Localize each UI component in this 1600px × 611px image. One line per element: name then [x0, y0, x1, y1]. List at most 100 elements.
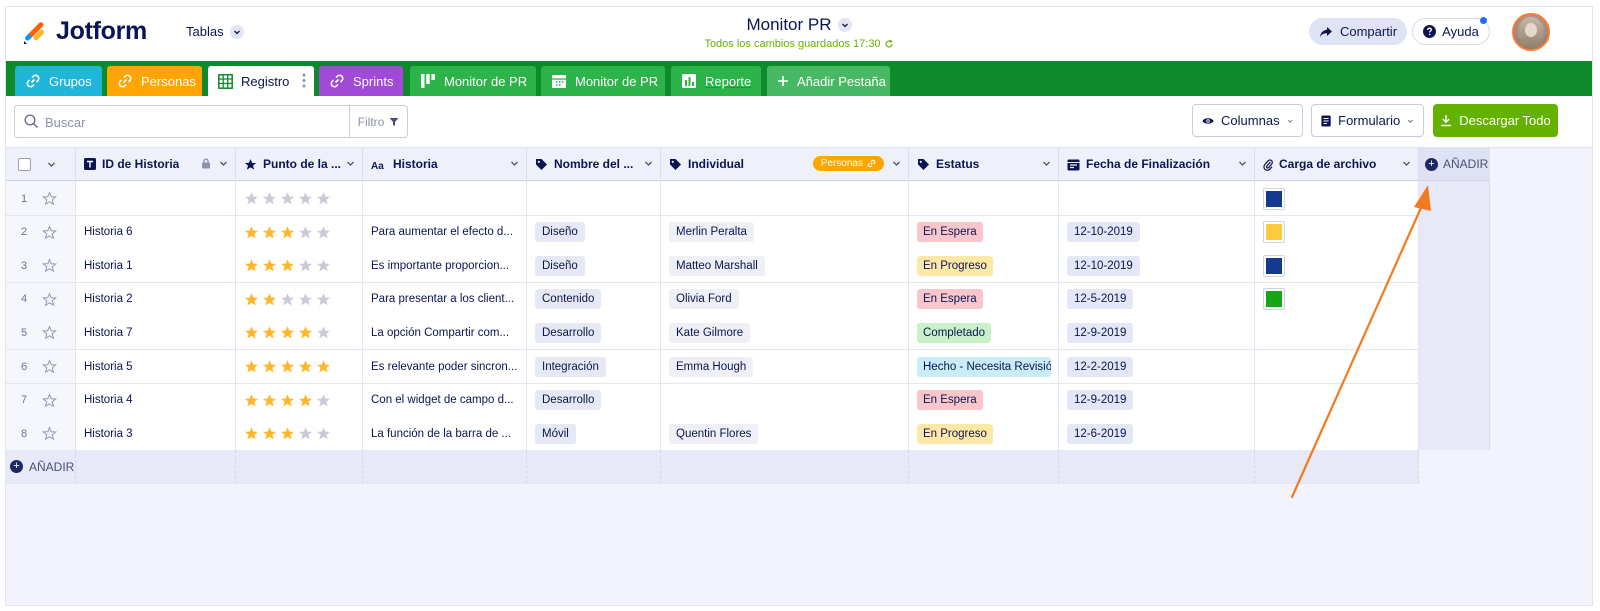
date-cell[interactable]: 12-9-2019 [1059, 316, 1255, 351]
chevron-down-icon[interactable] [892, 159, 901, 168]
story-cell[interactable]: Para aumentar el efecto d... [363, 215, 527, 250]
star-filled-icon[interactable] [244, 225, 259, 240]
chevron-down-icon[interactable] [510, 159, 519, 168]
status-cell[interactable]: En Espera [909, 282, 1059, 317]
star-empty-icon[interactable] [316, 258, 331, 273]
star-filled-icon[interactable] [298, 393, 313, 408]
tab-2[interactable]: Registro [208, 66, 314, 96]
star-filled-icon[interactable] [262, 393, 277, 408]
status-cell[interactable]: Completado [909, 316, 1059, 351]
personas-link-badge[interactable]: Personas [812, 156, 884, 171]
star-empty-icon[interactable] [316, 426, 331, 441]
form-button[interactable]: Formulario [1311, 104, 1424, 137]
rating-cell[interactable] [236, 350, 363, 384]
status-cell[interactable] [909, 182, 1059, 216]
column-header[interactable]: Fecha de Finalización [1059, 148, 1255, 181]
column-header[interactable]: Estatus [909, 148, 1059, 181]
table-row[interactable]: 8 Historia 3 La función de la barra de ...… [6, 417, 1419, 452]
download-all-button[interactable]: Descargar Todo [1433, 104, 1558, 137]
favorite-star-icon[interactable] [42, 426, 57, 441]
star-filled-icon[interactable] [262, 426, 277, 441]
star-empty-icon[interactable] [316, 191, 331, 206]
star-empty-icon[interactable] [316, 292, 331, 307]
individual-cell[interactable]: Merlin Peralta [661, 215, 909, 250]
status-cell[interactable]: En Progreso [909, 249, 1059, 284]
chevron-down-icon[interactable] [1238, 159, 1247, 168]
star-empty-icon[interactable] [298, 258, 313, 273]
tab-3[interactable]: Sprints [319, 66, 403, 96]
table-row[interactable]: 4 Historia 2 Para presentar a los client..… [6, 282, 1419, 317]
name-cell[interactable]: Integración [527, 350, 661, 384]
help-button[interactable]: Ayuda [1412, 18, 1490, 45]
star-empty-icon[interactable] [298, 191, 313, 206]
user-avatar[interactable] [1512, 13, 1550, 51]
favorite-star-icon[interactable] [42, 191, 57, 206]
star-empty-icon[interactable] [280, 191, 295, 206]
column-header[interactable]: Aa Historia [363, 148, 527, 181]
star-filled-icon[interactable] [316, 359, 331, 374]
tab-6[interactable]: Reporte [671, 66, 761, 96]
columns-button[interactable]: Columnas [1192, 104, 1303, 137]
favorite-star-icon[interactable] [42, 392, 57, 408]
individual-cell[interactable]: Emma Hough [661, 350, 909, 384]
status-cell[interactable]: En Espera [909, 215, 1059, 250]
filter-button[interactable]: Filtro [349, 106, 407, 137]
status-cell[interactable]: Hecho - Necesita Revisión [909, 350, 1059, 384]
date-cell[interactable]: 12-10-2019 [1059, 215, 1255, 250]
star-empty-icon[interactable] [316, 325, 331, 340]
star-empty-icon[interactable] [298, 426, 313, 441]
star-rating[interactable] [244, 325, 331, 340]
star-filled-icon[interactable] [262, 359, 277, 374]
star-empty-icon[interactable] [316, 225, 331, 240]
tab-1[interactable]: Personas [107, 66, 202, 96]
table-row[interactable]: 2 Historia 6 Para aumentar el efecto d... D… [6, 215, 1419, 250]
tab-0[interactable]: Grupos [15, 66, 102, 96]
star-rating[interactable] [244, 191, 331, 206]
star-rating[interactable] [244, 359, 331, 374]
story-cell[interactable]: Es importante proporcion... [363, 249, 527, 284]
chevron-down-icon[interactable] [346, 159, 355, 168]
chevron-down-icon[interactable] [47, 160, 56, 169]
rating-cell[interactable] [236, 282, 363, 317]
individual-cell[interactable]: Quentin Flores [661, 417, 909, 452]
star-empty-icon[interactable] [262, 191, 277, 206]
date-cell[interactable]: 12-9-2019 [1059, 383, 1255, 418]
favorite-star-icon[interactable] [42, 325, 57, 340]
rating-cell[interactable] [236, 417, 363, 452]
rating-cell[interactable] [236, 215, 363, 250]
star-filled-icon[interactable] [244, 325, 259, 340]
individual-cell[interactable]: Kate Gilmore [661, 316, 909, 351]
status-cell[interactable]: En Espera [909, 383, 1059, 418]
story-id-cell[interactable]: Historia 1 [76, 249, 236, 284]
rating-cell[interactable] [236, 182, 363, 216]
date-cell[interactable]: 12-10-2019 [1059, 249, 1255, 284]
star-filled-icon[interactable] [262, 258, 277, 273]
chevron-down-icon[interactable] [644, 159, 653, 168]
story-cell[interactable]: Es relevante poder sincron... [363, 350, 527, 384]
story-id-cell[interactable]: Historia 5 [76, 350, 236, 384]
favorite-star-icon[interactable] [42, 224, 57, 240]
search-input[interactable] [45, 112, 345, 132]
star-filled-icon[interactable] [262, 325, 277, 340]
column-header[interactable]: Nombre del ... [527, 148, 661, 181]
star-empty-icon[interactable] [280, 292, 295, 307]
star-filled-icon[interactable] [280, 258, 295, 273]
date-cell[interactable]: 12-6-2019 [1059, 417, 1255, 452]
story-id-cell[interactable]: Historia 2 [76, 282, 236, 317]
star-filled-icon[interactable] [280, 325, 295, 340]
status-cell[interactable]: En Progreso [909, 417, 1059, 452]
story-cell[interactable]: Con el widget de campo d... [363, 383, 527, 418]
star-filled-icon[interactable] [262, 225, 277, 240]
star-filled-icon[interactable] [262, 292, 277, 307]
story-id-cell[interactable]: Historia 6 [76, 215, 236, 250]
individual-cell[interactable] [661, 182, 909, 216]
rating-cell[interactable] [236, 316, 363, 351]
favorite-star-icon[interactable] [42, 258, 57, 273]
select-all-checkbox[interactable] [18, 157, 31, 171]
star-empty-icon[interactable] [298, 292, 313, 307]
story-cell[interactable]: La función de la barra de ... [363, 417, 527, 452]
column-header[interactable]: ID de Historia [76, 148, 236, 181]
individual-cell[interactable] [661, 383, 909, 418]
story-cell[interactable]: Para presentar a los client... [363, 282, 527, 317]
star-filled-icon[interactable] [244, 426, 259, 441]
